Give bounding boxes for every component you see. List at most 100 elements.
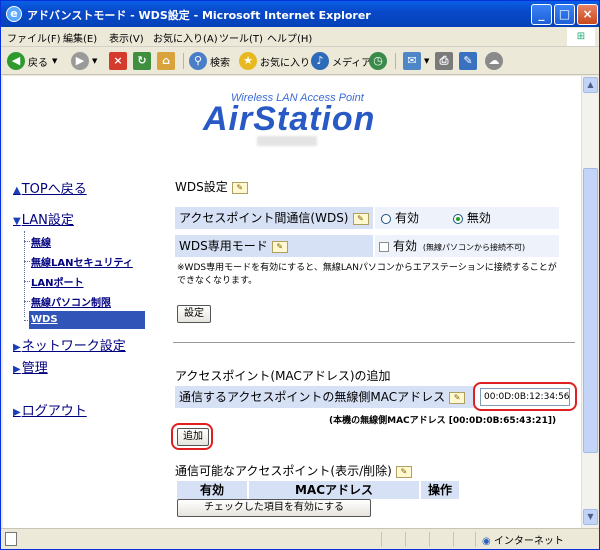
ap-comm-enabled-option[interactable]: 有効: [381, 211, 419, 225]
history-button[interactable]: ◷: [369, 51, 390, 71]
stop-icon: ×: [109, 52, 127, 70]
title-bar: e アドバンストモード - WDS設定 - Microsoft Internet…: [1, 1, 599, 27]
discuss-button[interactable]: ☁: [485, 51, 506, 71]
nav-item-lan-port[interactable]: LANポート: [31, 274, 83, 289]
history-icon: ◷: [369, 52, 387, 70]
section-divider: [173, 342, 575, 343]
help-edit-icon[interactable]: ✎: [352, 212, 369, 225]
media-icon: ♪: [311, 52, 329, 70]
dedicated-mode-label-cell: WDS専用モード ✎: [175, 235, 373, 257]
nav-lan-settings[interactable]: ▼LAN設定: [13, 209, 74, 228]
ap-list-heading: 通信可能なアクセスポイント(表示/削除) ✎: [175, 462, 412, 479]
ap-comm-enabled-label: 有効: [395, 211, 420, 225]
help-edit-icon[interactable]: ✎: [395, 465, 412, 478]
nav-item-wireless[interactable]: 無線: [31, 234, 51, 249]
add-ap-heading: アクセスポイント(MACアドレス)の追加: [175, 369, 391, 383]
own-mac-note: (本機の無線側MACアドレス [00:0D:0B:65:43:21]): [329, 416, 557, 426]
set-button[interactable]: 設定: [177, 305, 211, 323]
search-button[interactable]: ⚲ 検索: [189, 51, 230, 71]
discuss-icon: ☁: [485, 52, 503, 70]
forward-button[interactable]: ▶ ▼: [71, 51, 97, 71]
nav-network-settings[interactable]: ▶ネットワーク設定: [13, 335, 126, 354]
help-edit-icon[interactable]: ✎: [271, 240, 288, 253]
nav-item-wds[interactable]: WDS: [29, 311, 145, 329]
nav-item-wireless-security[interactable]: 無線LANセキュリティ: [31, 254, 133, 269]
menu-favorites[interactable]: お気に入り(A): [153, 30, 218, 45]
refresh-button[interactable]: ↻: [133, 51, 154, 71]
scroll-up-arrow-icon[interactable]: ▲: [583, 77, 598, 93]
dedicated-mode-option[interactable]: 有効: [379, 239, 417, 253]
nav-tree-branch: [24, 301, 30, 302]
menu-tools[interactable]: ツール(T): [219, 30, 263, 45]
refresh-icon: ↻: [133, 52, 151, 70]
maximize-button[interactable]: □: [554, 4, 575, 25]
radio-disabled[interactable]: [452, 213, 463, 224]
nav-tree-branch: [24, 261, 30, 262]
search-icon: ⚲: [189, 52, 207, 70]
minimize-button[interactable]: _: [531, 4, 552, 25]
internet-explorer-icon: e: [6, 6, 22, 22]
menu-edit[interactable]: 編集(E): [63, 30, 97, 45]
nav-logout-label: ログアウト: [21, 404, 87, 419]
search-label: 検索: [210, 57, 230, 69]
nav-top[interactable]: ▲TOPへ戻る: [13, 178, 87, 197]
vertical-scrollbar[interactable]: ▲ ▼: [581, 76, 598, 528]
mac-field-label-cell: 通信するアクセスポイントの無線側MACアドレス ✎: [175, 386, 475, 408]
home-button[interactable]: ⌂: [157, 51, 178, 71]
nav-network-label: ネットワーク設定: [21, 339, 126, 354]
nav-tree-branch: [24, 241, 30, 242]
triangle-down-icon: ▼: [13, 216, 21, 227]
dedicated-mode-checkbox[interactable]: [379, 241, 389, 252]
star-icon: ★: [239, 52, 257, 70]
triangle-right-icon: ▶: [13, 364, 21, 375]
help-edit-icon[interactable]: ✎: [231, 181, 248, 194]
triangle-right-icon: ▶: [13, 407, 21, 418]
favorites-label: お気に入り: [260, 57, 310, 69]
column-action: 操作: [421, 481, 459, 499]
back-button[interactable]: ◀ 戻る ▼: [7, 51, 57, 71]
favorites-button[interactable]: ★ お気に入り: [239, 51, 310, 71]
dedicated-mode-label: WDS専用モード: [179, 239, 268, 253]
nav-admin[interactable]: ▶管理: [13, 357, 48, 376]
forward-arrow-icon: ▶: [71, 52, 89, 70]
toolbar-separator: [395, 53, 396, 69]
close-button[interactable]: ×: [577, 4, 598, 25]
add-button-highlight: [171, 423, 213, 450]
security-zone-label: インターネット: [493, 536, 564, 547]
scroll-down-arrow-icon[interactable]: ▼: [583, 509, 598, 525]
page-content: Wireless LAN Access Point AirStation ▲TO…: [3, 76, 581, 528]
scroll-thumb[interactable]: [583, 168, 598, 453]
ap-comm-disabled-label: 無効: [466, 211, 491, 225]
mail-button[interactable]: ✉ ▼: [403, 51, 429, 71]
printer-icon: ⎙: [435, 52, 453, 70]
status-separator: [405, 532, 406, 547]
wds-note: ※WDS専用モードを有効にすると、無線LANパソコンからエアステーションに接続す…: [177, 263, 557, 286]
menu-file[interactable]: ファイル(F): [7, 30, 61, 45]
media-button[interactable]: ♪ メディア: [311, 51, 371, 71]
wds-heading: WDS設定 ✎: [175, 178, 248, 195]
airstation-logo: AirStation: [203, 100, 376, 138]
ap-comm-disabled-option[interactable]: 無効: [452, 211, 491, 225]
windows-logo-icon: ⊞: [567, 28, 595, 46]
nav-item-wireless-pc-restriction[interactable]: 無線パソコン制限: [31, 294, 111, 309]
toolbar: ◀ 戻る ▼ ▶ ▼ × ↻ ⌂ ⚲ 検索 ★ お気に入り ♪ メディア ◷ ✉…: [1, 47, 599, 75]
print-button[interactable]: ⎙: [435, 51, 456, 71]
help-edit-icon[interactable]: ✎: [449, 391, 466, 404]
dedicated-mode-option-label: 有効: [393, 239, 418, 253]
radio-enabled[interactable]: [381, 213, 391, 224]
back-label: 戻る: [28, 57, 48, 69]
column-mac-address: MACアドレス: [249, 481, 419, 499]
media-label: メディア: [332, 57, 372, 69]
ap-list-heading-text: 通信可能なアクセスポイント(表示/削除): [175, 464, 392, 478]
stop-button[interactable]: ×: [109, 51, 130, 71]
edit-page-icon: ✎: [459, 52, 477, 70]
menu-view[interactable]: 表示(V): [109, 30, 144, 45]
edit-page-button[interactable]: ✎: [459, 51, 480, 71]
nav-logout[interactable]: ▶ログアウト: [13, 400, 87, 419]
globe-icon: ◉: [482, 536, 491, 547]
menu-help[interactable]: ヘルプ(H): [267, 30, 312, 45]
enable-checked-button[interactable]: チェックした項目を有効にする: [177, 499, 371, 517]
dropdown-arrow-icon: ▼: [424, 57, 430, 65]
nav-lan-label: LAN設定: [21, 213, 74, 228]
triangle-up-icon: ▲: [13, 185, 21, 196]
